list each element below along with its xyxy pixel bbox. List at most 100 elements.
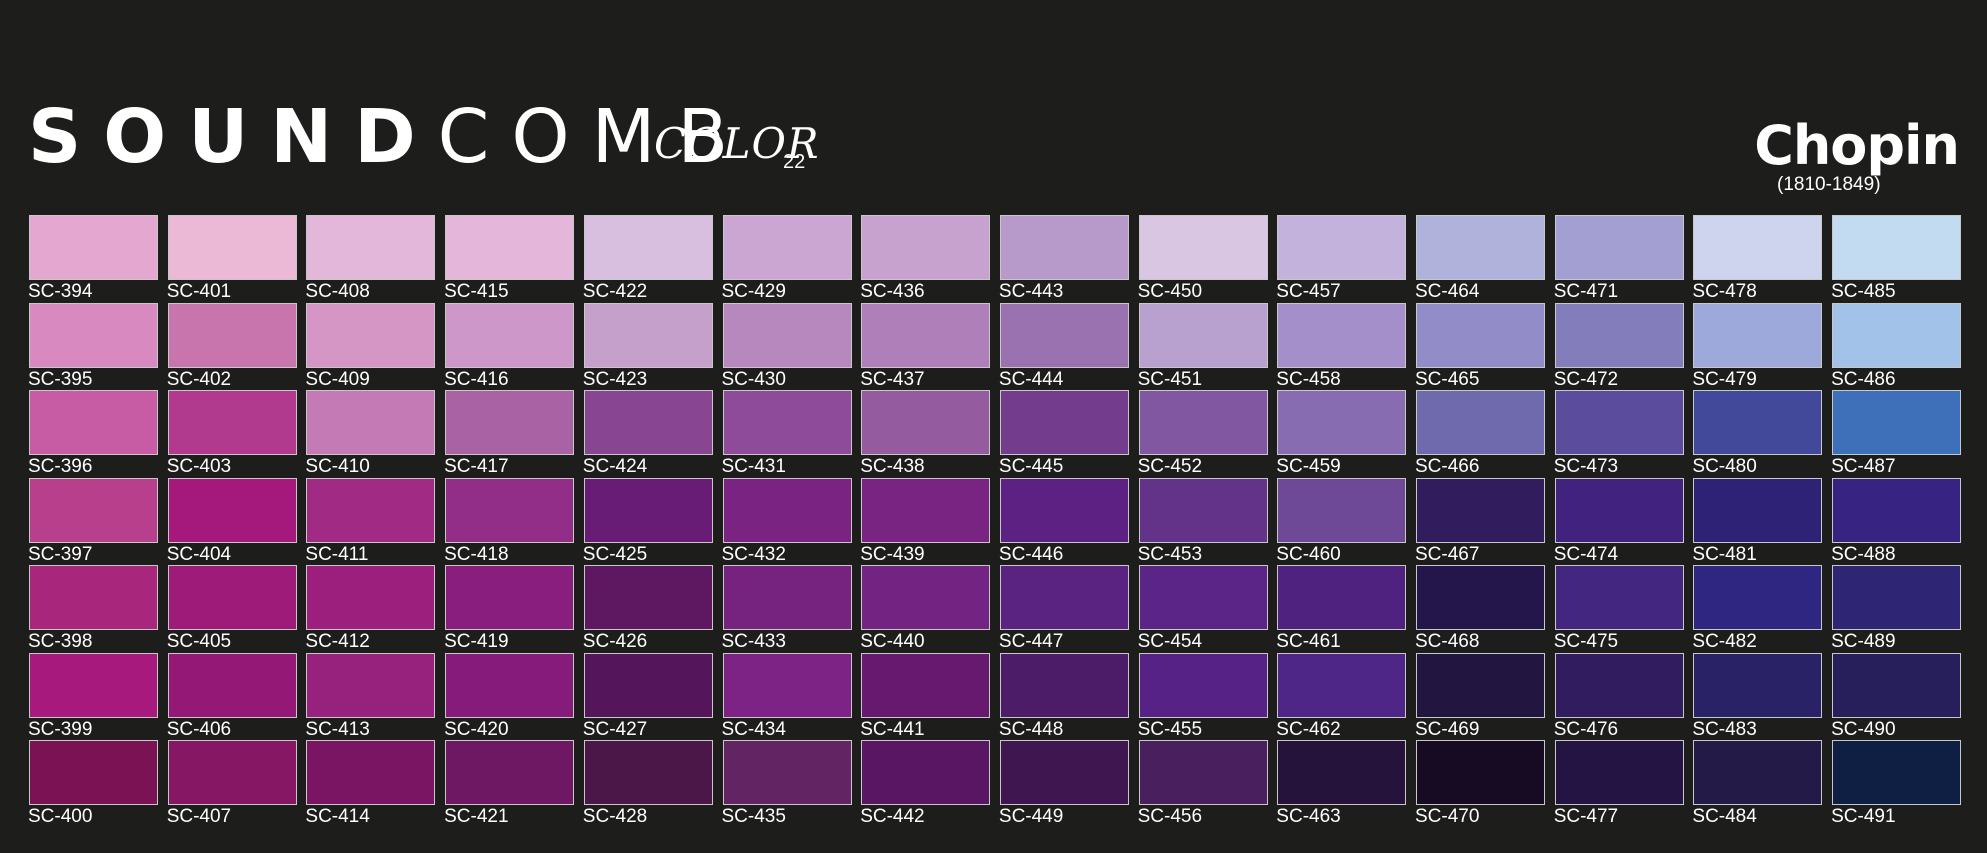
color-swatch: [306, 740, 436, 805]
color-swatch: [861, 740, 991, 805]
color-swatch: [1554, 740, 1684, 805]
color-swatch: [167, 390, 297, 455]
color-swatch: [999, 390, 1129, 455]
swatch-cell: SC-490: [1831, 652, 1962, 739]
color-swatch: [1693, 477, 1823, 543]
swatch-cell: SC-488: [1831, 477, 1962, 565]
swatch-cell: SC-430: [722, 302, 852, 389]
swatch-code: SC-478: [1692, 281, 1757, 302]
swatch-code: SC-421: [444, 806, 509, 827]
swatch-code: SC-464: [1415, 281, 1480, 302]
swatch-cell: SC-412: [305, 565, 436, 651]
color-swatch: [1416, 477, 1545, 543]
swatch-code: SC-424: [582, 456, 648, 477]
composer-name: Chopin: [1754, 114, 1960, 177]
color-swatch: [29, 652, 158, 718]
swatch-cell: SC-427: [583, 652, 713, 739]
swatch-code: SC-476: [1553, 718, 1619, 740]
swatch-code: SC-469: [1415, 718, 1480, 740]
color-swatch: [167, 740, 297, 805]
swatch-code: SC-461: [1276, 631, 1341, 652]
swatch-code: SC-487: [1831, 456, 1896, 477]
swatch-code: SC-444: [998, 368, 1064, 390]
swatch-cell: SC-450: [1138, 215, 1268, 301]
color-swatch: [861, 390, 991, 455]
color-swatch: [1832, 740, 1962, 805]
swatch-code: SC-474: [1553, 543, 1619, 565]
color-swatch: [583, 565, 713, 630]
swatch-code: SC-434: [721, 718, 786, 740]
swatch-cell: SC-418: [444, 477, 575, 564]
swatch-cell: SC-467: [1415, 477, 1545, 564]
color-swatch: [167, 215, 297, 280]
color-swatch: [29, 740, 158, 805]
swatch-code: SC-471: [1553, 281, 1619, 302]
swatch-cell: SC-422: [583, 215, 713, 301]
swatch-code: SC-398: [28, 631, 93, 652]
color-swatch: [1832, 390, 1962, 455]
swatch-code: SC-396: [28, 456, 93, 477]
swatch-cell: SC-470: [1415, 740, 1545, 826]
swatch-code: SC-466: [1415, 456, 1480, 477]
color-swatch: [167, 652, 297, 718]
color-swatch: [1416, 215, 1545, 280]
color-swatch: [29, 302, 158, 368]
color-swatch: [306, 215, 436, 280]
swatch-code: SC-475: [1553, 631, 1619, 652]
color-swatch: [306, 390, 436, 455]
swatch-cell: SC-438: [860, 390, 991, 476]
swatch-cell: SC-486: [1831, 302, 1962, 389]
swatch-code: SC-459: [1276, 456, 1341, 477]
swatch-cell: SC-457: [1276, 215, 1407, 301]
swatch-code: SC-439: [860, 543, 925, 565]
swatch-cell: SC-473: [1554, 390, 1684, 476]
swatch-code: SC-395: [28, 368, 93, 390]
color-swatch: [1138, 302, 1268, 368]
swatch-cell: SC-406: [167, 652, 297, 739]
swatch-cell: SC-444: [998, 302, 1129, 390]
color-swatch: [1554, 565, 1684, 630]
swatch-cell: SC-472: [1554, 302, 1684, 389]
swatch-cell: SC-478: [1692, 215, 1823, 302]
swatch-code: SC-407: [166, 806, 232, 827]
swatch-code: SC-491: [1831, 806, 1896, 827]
color-number: 22: [783, 151, 806, 173]
swatch-cell: SC-460: [1276, 477, 1407, 564]
swatch-cell: SC-426: [583, 565, 713, 651]
swatch-code: SC-484: [1692, 806, 1757, 827]
color-swatch: [306, 565, 436, 630]
color-swatch: [1693, 390, 1823, 455]
color-swatch: [29, 477, 158, 543]
color-swatch: [1138, 565, 1268, 630]
swatch-cell: SC-455: [1138, 652, 1268, 739]
swatch-cell: SC-399: [28, 652, 158, 739]
swatch-code: SC-442: [860, 806, 925, 827]
swatch-cell: SC-462: [1276, 652, 1407, 739]
swatch-cell: SC-459: [1276, 390, 1407, 477]
color-swatch: [167, 565, 297, 630]
color-swatch: [999, 740, 1129, 805]
color-swatch: [722, 390, 852, 455]
color-swatch: [1832, 477, 1962, 543]
swatch-code: SC-488: [1831, 543, 1896, 565]
swatch-cell: SC-456: [1138, 740, 1268, 826]
color-swatch: [1416, 565, 1545, 630]
swatch-code: SC-435: [721, 806, 786, 827]
color-swatch: [1277, 390, 1407, 455]
color-swatch: [583, 740, 713, 805]
swatch-code: SC-443: [998, 281, 1064, 302]
swatch-cell: SC-471: [1553, 215, 1684, 302]
swatch-code: SC-440: [860, 631, 925, 652]
swatch-cell: SC-464: [1415, 215, 1545, 302]
swatch-code: SC-485: [1831, 281, 1896, 302]
swatch-cell: SC-409: [305, 302, 436, 389]
color-swatch: [1416, 740, 1545, 805]
color-swatch: [583, 477, 713, 543]
swatch-cell: SC-466: [1415, 390, 1545, 477]
color-swatch: [1554, 302, 1684, 368]
color-swatch: [1416, 390, 1545, 455]
color-swatch: [445, 565, 575, 630]
swatch-cell: SC-475: [1553, 565, 1684, 652]
soundcomb-logo: SOUNDCOMB: [28, 100, 750, 174]
color-swatch: [1138, 390, 1268, 455]
